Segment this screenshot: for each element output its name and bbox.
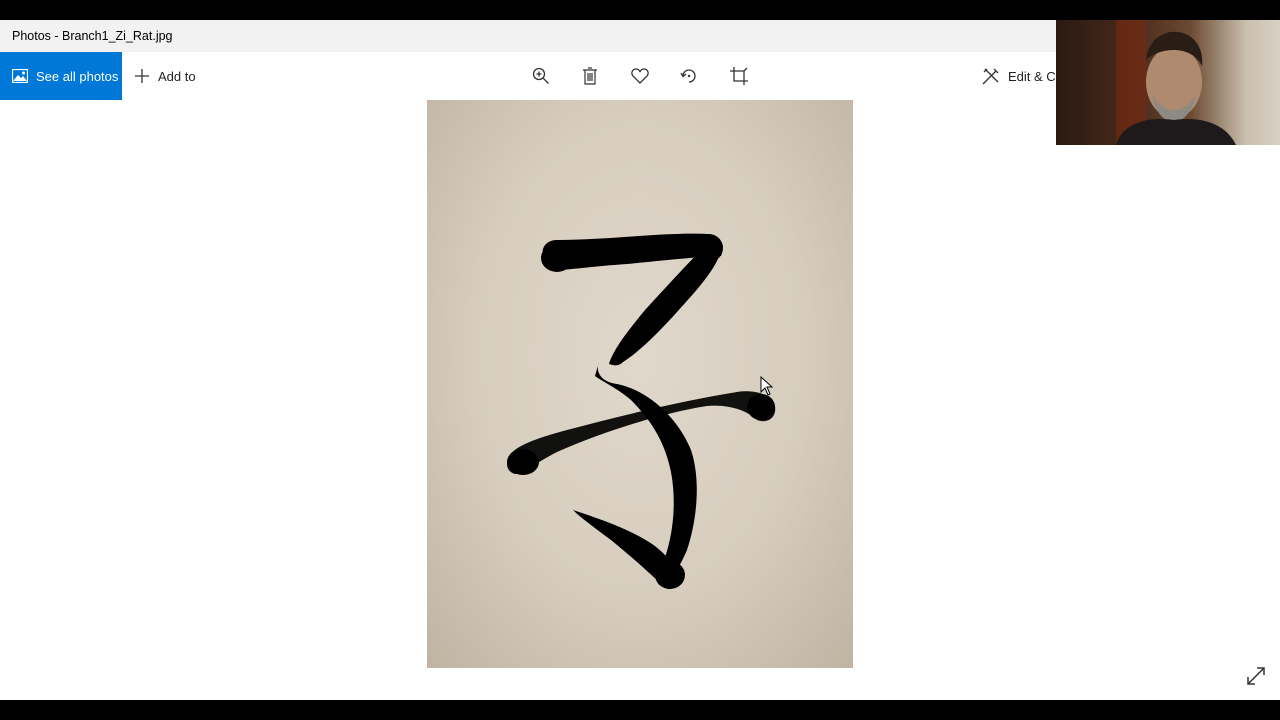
rotate-button[interactable]: [677, 64, 701, 88]
delete-icon: [583, 67, 597, 85]
edit-create-label: Edit & Cr: [1008, 68, 1061, 84]
edit-create-button[interactable]: Edit & Cr: [982, 52, 1060, 100]
webcam-overlay: [1056, 20, 1280, 145]
crop-icon: [730, 67, 748, 85]
fullscreen-button[interactable]: [1244, 664, 1268, 688]
window-title: Photos - Branch1_Zi_Rat.jpg: [12, 29, 173, 43]
zoom-icon: [532, 67, 549, 84]
edit-icon: [982, 68, 999, 85]
see-all-photos-button[interactable]: See all photos: [0, 52, 122, 100]
add-to-button[interactable]: Add to: [134, 52, 196, 100]
zoom-button[interactable]: [529, 64, 553, 88]
mouse-cursor: [760, 376, 774, 396]
plus-icon: [135, 69, 149, 83]
add-to-label: Add to: [158, 68, 196, 84]
presenter-silhouette: [1116, 20, 1236, 145]
favorite-button[interactable]: [628, 64, 652, 88]
video-frame: Photos - Branch1_Zi_Rat.jpg See all phot…: [0, 0, 1280, 720]
expand-icon: [1247, 667, 1265, 685]
photo-viewer-image: [427, 100, 853, 668]
crop-button[interactable]: [727, 64, 751, 88]
delete-button[interactable]: [578, 64, 602, 88]
photos-icon: [12, 69, 28, 83]
heart-icon: [631, 68, 649, 84]
calligraphy-zi-character: [507, 233, 776, 590]
rotate-icon: [680, 69, 696, 83]
see-all-photos-label: See all photos: [36, 68, 119, 84]
